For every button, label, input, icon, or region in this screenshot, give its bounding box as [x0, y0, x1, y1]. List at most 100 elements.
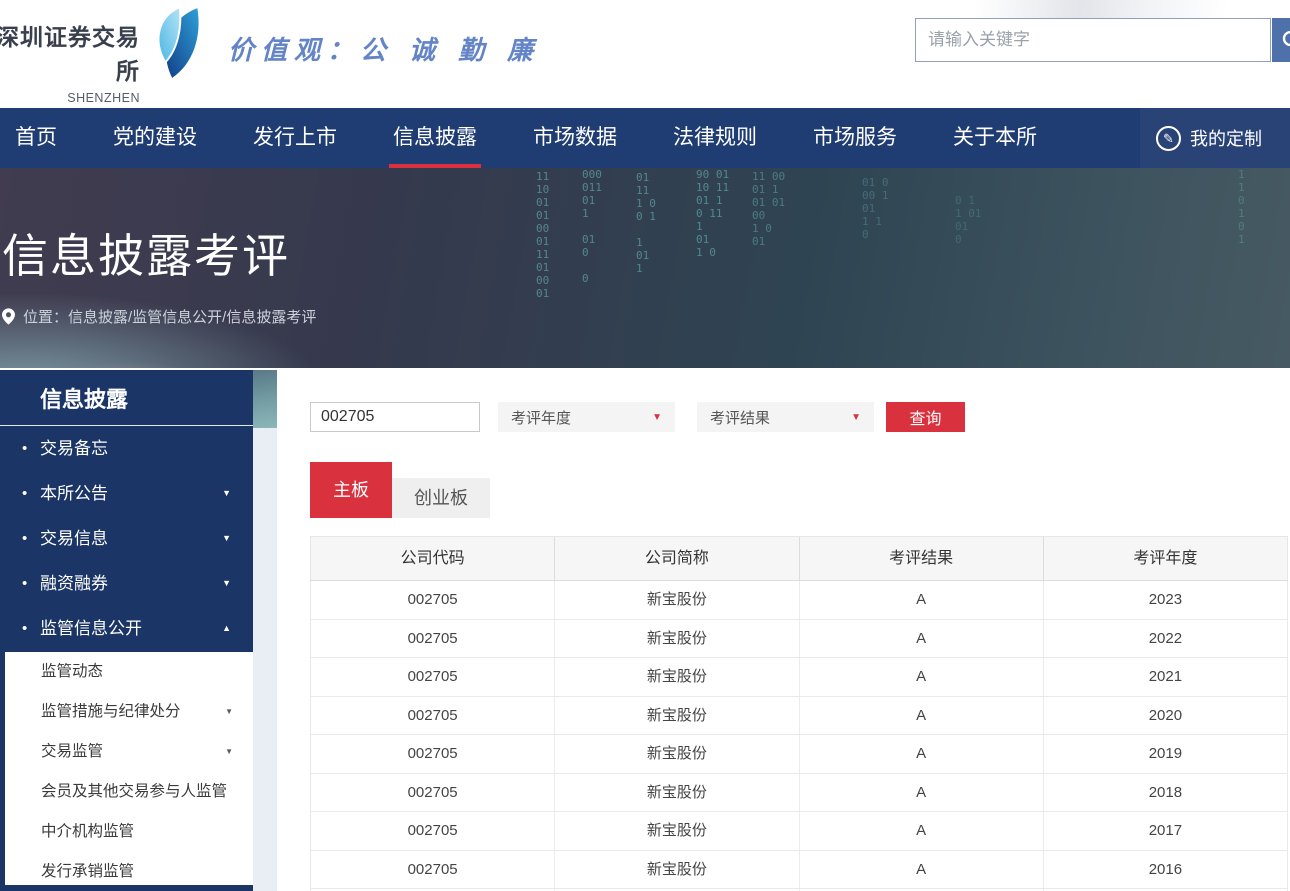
table-cell: 2017 — [1043, 812, 1288, 850]
binary-column: 11 10 01 01 00 01 11 01 00 01 — [536, 170, 549, 300]
table-header-cell: 考评年度 — [1043, 537, 1288, 580]
content-area: 信息披露 交易备忘本所公告▼交易信息▼融资融券▼监管信息公开▲ 监管动态监管措施… — [0, 368, 1290, 891]
logo-cn-name: 深圳证券交易所 — [0, 18, 140, 86]
binary-column: 90 01 10 11 01 1 0 11 1 01 1 0 — [696, 168, 729, 259]
sidebar-subitem[interactable]: 监管动态 — [5, 652, 253, 692]
search-icon — [1281, 29, 1290, 53]
values-slogan: 价值观：公 诚 勤 廉 — [228, 30, 540, 67]
sidebar: 信息披露 交易备忘本所公告▼交易信息▼融资融券▼监管信息公开▲ — [0, 370, 253, 652]
table-cell: 新宝股份 — [554, 620, 798, 658]
sidebar-item[interactable]: 交易信息▼ — [0, 516, 253, 561]
table-row[interactable]: 002705新宝股份A2018 — [310, 774, 1288, 813]
table-cell: 2020 — [1043, 697, 1288, 735]
site-search-box — [915, 18, 1271, 62]
table-cell: 新宝股份 — [554, 812, 798, 850]
nav-item[interactable]: 市场数据 — [533, 108, 617, 168]
layout-gap-strip — [253, 370, 277, 891]
table-cell: A — [799, 658, 1043, 696]
table-row[interactable]: 002705新宝股份A2019 — [310, 735, 1288, 774]
logo-text: 深圳证券交易所 SHENZHEN STOCK EXCHANGE — [0, 18, 140, 122]
my-customization-label: 我的定制 — [1190, 125, 1262, 151]
down-arrow-icon: ▼ — [222, 561, 231, 606]
sidebar-subitem[interactable]: 发行承销监管 — [5, 852, 253, 885]
pencil-circle-icon: ✎ — [1156, 126, 1181, 151]
table-header-cell: 公司代码 — [310, 537, 554, 580]
nav-item[interactable]: 信息披露 — [393, 108, 477, 168]
binary-column: 1 1 0 1 0 1 — [1238, 168, 1245, 246]
evaluation-year-label: 考评年度 — [498, 407, 571, 428]
table-cell: 2018 — [1043, 774, 1288, 812]
tab-gem-board[interactable]: 创业板 — [392, 478, 490, 518]
table-cell: 新宝股份 — [554, 774, 798, 812]
table-cell: A — [799, 812, 1043, 850]
sidebar-title: 信息披露 — [0, 370, 253, 426]
query-button[interactable]: 查询 — [886, 402, 965, 432]
table-cell: 2019 — [1043, 735, 1288, 773]
table-cell: 002705 — [310, 658, 554, 696]
table-cell: 2016 — [1043, 851, 1288, 889]
sidebar-subitem[interactable]: 会员及其他交易参与人监管 — [5, 772, 253, 812]
table-cell: 新宝股份 — [554, 581, 798, 619]
table-body: 002705新宝股份A2023002705新宝股份A2022002705新宝股份… — [310, 581, 1288, 891]
main-nav: 首页党的建设发行上市信息披露市场数据法律规则市场服务关于本所 — [0, 108, 1290, 168]
table-row[interactable]: 002705新宝股份A2021 — [310, 658, 1288, 697]
binary-column: 000 011 01 1 01 0 0 — [582, 168, 602, 285]
table-cell: A — [799, 774, 1043, 812]
site-search-button[interactable] — [1272, 18, 1290, 62]
nav-item[interactable]: 法律规则 — [673, 108, 757, 168]
sidebar-menu: 交易备忘本所公告▼交易信息▼融资融券▼监管信息公开▲ — [0, 426, 253, 651]
sidebar-item[interactable]: 交易备忘 — [0, 426, 253, 471]
table-cell: 002705 — [310, 581, 554, 619]
sidebar-subitem[interactable]: 监管措施与纪律处分▼ — [5, 692, 253, 732]
sidebar-item[interactable]: 融资融券▼ — [0, 561, 253, 606]
table-cell: 2023 — [1043, 581, 1288, 619]
chevron-down-icon: ▼ — [851, 412, 861, 423]
nav-item[interactable]: 关于本所 — [953, 108, 1037, 168]
main-panel: 考评年度 ▼ 考评结果 ▼ 查询 主板创业板 公司代码公司简称考评结果考评年度 … — [277, 368, 1290, 891]
table-row[interactable]: 002705新宝股份A2023 — [310, 581, 1288, 620]
nav-item[interactable]: 首页 — [15, 108, 57, 168]
down-arrow-icon: ▼ — [225, 732, 233, 772]
sidebar-item[interactable]: 本所公告▼ — [0, 471, 253, 516]
sidebar-subitem[interactable]: 交易监管▼ — [5, 732, 253, 772]
sidebar-item[interactable]: 监管信息公开▲ — [0, 606, 253, 651]
table-row[interactable]: 002705新宝股份A2020 — [310, 697, 1288, 736]
table-cell: A — [799, 620, 1043, 658]
evaluation-result-select[interactable]: 考评结果 ▼ — [697, 402, 874, 432]
table-cell: 002705 — [310, 812, 554, 850]
szse-logo-icon — [146, 3, 208, 83]
table-header-cell: 考评结果 — [799, 537, 1043, 580]
nav-item[interactable]: 党的建设 — [113, 108, 197, 168]
tab-main-board[interactable]: 主板 — [310, 462, 392, 518]
table-cell: 2021 — [1043, 658, 1288, 696]
table-cell: 新宝股份 — [554, 658, 798, 696]
banner-remnant-decor — [253, 370, 277, 428]
sidebar-next-section-edge — [0, 885, 253, 891]
evaluation-result-label: 考评结果 — [697, 407, 770, 428]
breadcrumb: 位置：信息披露/监管信息公开/信息披露考评 — [2, 306, 316, 327]
chevron-down-icon: ▼ — [652, 412, 662, 423]
hero-banner: 11 10 01 01 00 01 11 01 00 01 000 011 01 … — [0, 168, 1290, 368]
nav-item[interactable]: 市场服务 — [813, 108, 897, 168]
table-row[interactable]: 002705新宝股份A2016 — [310, 851, 1288, 890]
table-cell: 002705 — [310, 735, 554, 773]
breadcrumb-text: 位置：信息披露/监管信息公开/信息披露考评 — [23, 306, 316, 327]
table-header-cell: 公司简称 — [554, 537, 798, 580]
page: 深圳证券交易所 SHENZHEN STOCK EXCHANGE 价值观：公 诚 … — [0, 0, 1290, 891]
table-row[interactable]: 002705新宝股份A2022 — [310, 620, 1288, 659]
my-customization-button[interactable]: ✎ 我的定制 — [1140, 108, 1290, 168]
up-arrow-icon: ▲ — [222, 606, 231, 651]
evaluation-year-select[interactable]: 考评年度 ▼ — [498, 402, 675, 432]
table-cell: 002705 — [310, 851, 554, 889]
table-row[interactable]: 002705新宝股份A2017 — [310, 812, 1288, 851]
evaluation-table: 公司代码公司简称考评结果考评年度 002705新宝股份A2023002705新宝… — [310, 536, 1288, 891]
site-search-input[interactable] — [916, 19, 1270, 61]
binary-column: 01 11 1 0 0 1 1 01 1 — [636, 171, 656, 275]
sidebar-subitem[interactable]: 中介机构监管 — [5, 812, 253, 852]
table-header-row: 公司代码公司简称考评结果考评年度 — [310, 537, 1288, 581]
company-code-input[interactable] — [310, 402, 480, 432]
binary-column: 01 0 00 1 01 1 1 0 — [862, 176, 889, 241]
nav-item[interactable]: 发行上市 — [253, 108, 337, 168]
down-arrow-icon: ▼ — [225, 692, 233, 732]
binary-column: 0 1 1 01 01 0 — [955, 194, 982, 246]
